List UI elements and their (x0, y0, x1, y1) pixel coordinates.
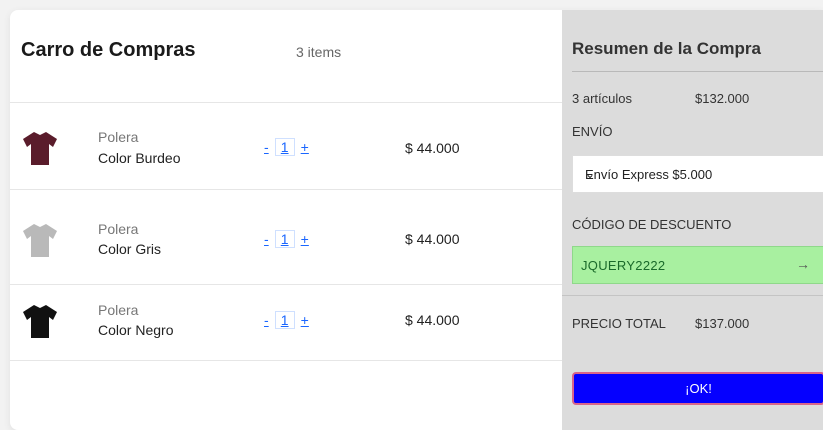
total-price-label: PRECIO TOTAL (572, 316, 666, 331)
summary-title: Resumen de la Compra (572, 39, 761, 58)
product-price: $ 44.000 (405, 312, 460, 328)
decrease-quantity-button[interactable]: - (262, 231, 271, 247)
product-price: $ 44.000 (405, 140, 460, 156)
increase-quantity-button[interactable]: + (299, 231, 311, 247)
divider (572, 71, 823, 72)
shipping-select[interactable]: Envío Express $5.000 ⌄ (572, 155, 823, 193)
quantity-stepper: - 1 + (262, 311, 311, 329)
chevron-down-icon: ⌄ (585, 167, 596, 181)
product-image (20, 220, 60, 260)
quantity-input[interactable]: 1 (274, 311, 295, 329)
cart-title: Carro de Compras (21, 39, 196, 61)
cart-row: Polera Color Negro - 1 + $ 44.000 (10, 285, 562, 361)
cart-header: Carro de Compras 3 items (10, 10, 562, 103)
cart-item-count: 3 items (296, 44, 342, 60)
product-name: Color Negro (98, 322, 174, 338)
product-price: $ 44.000 (405, 231, 460, 247)
ok-button[interactable]: ¡OK! (572, 372, 823, 405)
checkout-card: Carro de Compras 3 items Polera Color Bu… (10, 10, 823, 430)
increase-quantity-button[interactable]: + (299, 312, 311, 328)
product-image (20, 301, 60, 341)
decrease-quantity-button[interactable]: - (262, 312, 271, 328)
product-category: Polera (98, 129, 139, 145)
decrease-quantity-button[interactable]: - (262, 139, 271, 155)
divider (562, 295, 823, 296)
quantity-input[interactable]: 1 (274, 138, 295, 156)
summary-items-label: 3 artículos (572, 91, 632, 106)
product-image (20, 128, 60, 168)
increase-quantity-button[interactable]: + (299, 139, 311, 155)
cart-panel: Carro de Compras 3 items Polera Color Bu… (10, 10, 562, 430)
product-category: Polera (98, 302, 139, 318)
summary-items-price: $132.000 (695, 91, 750, 106)
tshirt-icon (23, 132, 57, 165)
product-category: Polera (98, 221, 139, 237)
tshirt-icon (23, 224, 57, 257)
product-name: Color Gris (98, 241, 162, 257)
tshirt-icon (23, 305, 57, 338)
quantity-stepper: - 1 + (262, 138, 311, 156)
discount-code-input[interactable]: JQUERY2222 → (572, 246, 823, 284)
total-price-value: $137.000 (695, 316, 750, 331)
discount-code-label: CÓDIGO DE DESCUENTO (572, 217, 732, 232)
product-name: Color Burdeo (98, 150, 181, 166)
quantity-stepper: - 1 + (262, 230, 311, 248)
cart-row: Polera Color Gris - 1 + $ 44.000 (10, 190, 562, 285)
shipping-label: ENVÍO (572, 124, 613, 139)
arrow-right-icon[interactable]: → (796, 256, 810, 272)
cart-row: Polera Color Burdeo - 1 + $ 44.000 (10, 104, 562, 190)
order-summary-panel: Resumen de la Compra 3 artículos $132.00… (562, 10, 823, 430)
discount-code-value: JQUERY2222 (581, 258, 666, 273)
quantity-input[interactable]: 1 (274, 230, 295, 248)
